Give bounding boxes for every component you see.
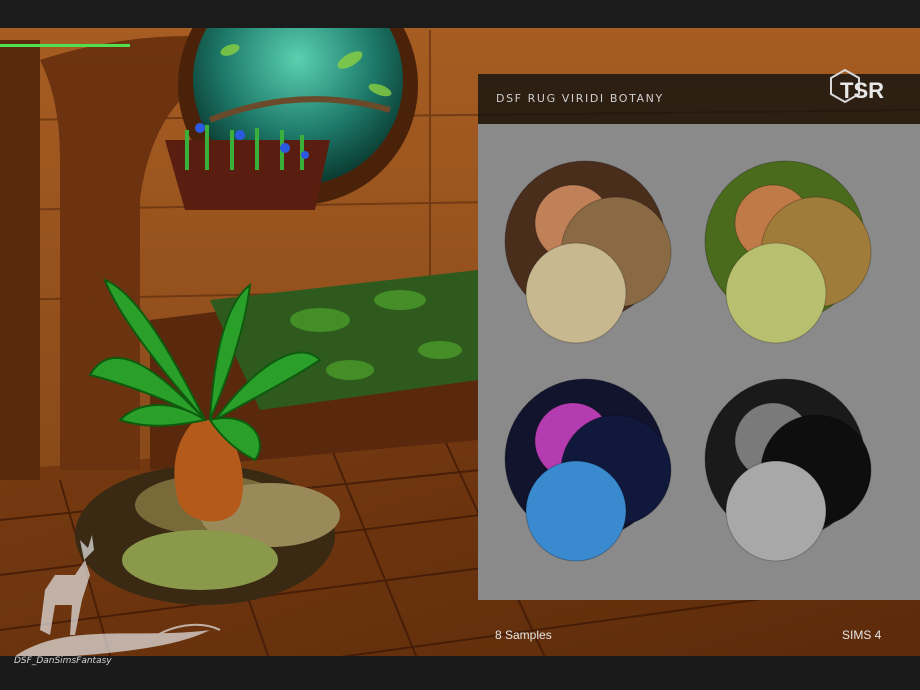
swatch-earth[interactable] — [504, 160, 672, 344]
watermark-text: DSF_DanSimsFantasy — [14, 656, 112, 666]
swatch-night[interactable] — [504, 378, 672, 562]
item-title: DSF RUG VIRIDI BOTANY — [496, 92, 664, 105]
swatch-large-circle — [525, 242, 627, 344]
swatch-panel — [478, 124, 920, 600]
bottom-bar — [0, 656, 920, 690]
top-bar — [0, 0, 920, 28]
tsr-logo: TSR — [828, 66, 898, 116]
game-label: SIMS 4 — [842, 628, 882, 642]
swatch-green[interactable] — [704, 160, 872, 344]
swatch-large-circle — [525, 460, 627, 562]
swatch-mono[interactable] — [704, 378, 872, 562]
swatch-grid — [504, 160, 872, 562]
samples-count: 8 Samples — [495, 628, 552, 642]
swatch-large-circle — [725, 460, 827, 562]
logo-text: TSR — [840, 78, 884, 103]
swatch-large-circle — [725, 242, 827, 344]
